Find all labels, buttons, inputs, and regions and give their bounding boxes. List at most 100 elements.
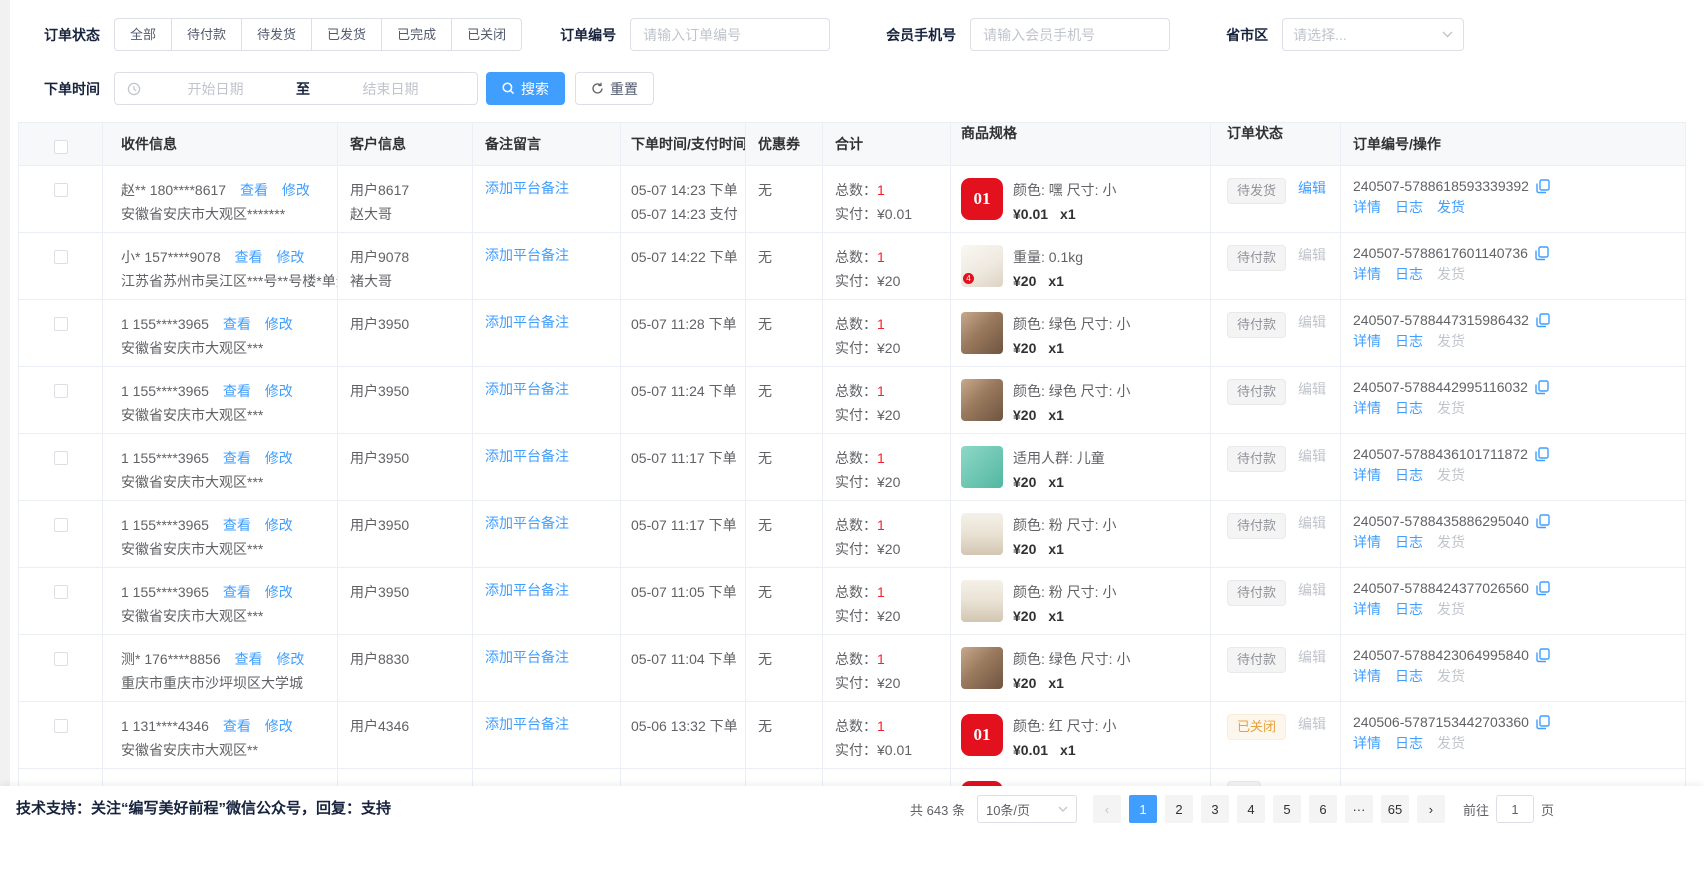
modify-address-link[interactable]: 修改 [276, 651, 304, 667]
detail-link[interactable]: 详情 [1353, 197, 1381, 217]
prev-page-button[interactable]: ‹ [1093, 795, 1121, 823]
view-address-link[interactable]: 查看 [223, 450, 251, 466]
add-note-link[interactable]: 添加平台备注 [485, 582, 569, 598]
date-range-picker[interactable]: 开始日期 至 结束日期 [114, 72, 478, 105]
row-checkbox[interactable] [54, 719, 68, 733]
add-note-link[interactable]: 添加平台备注 [485, 180, 569, 196]
ship-link[interactable]: 发货 [1437, 666, 1465, 686]
log-link[interactable]: 日志 [1395, 331, 1423, 351]
copy-icon[interactable] [1535, 447, 1549, 462]
copy-icon[interactable] [1536, 581, 1550, 596]
edit-order-link[interactable]: 编辑 [1298, 580, 1326, 600]
row-checkbox[interactable] [54, 183, 68, 197]
log-link[interactable]: 日志 [1395, 197, 1423, 217]
status-tab-all[interactable]: 全部 [114, 18, 172, 51]
ship-link[interactable]: 发货 [1437, 599, 1465, 619]
edit-order-link[interactable]: 编辑 [1298, 714, 1326, 734]
log-link[interactable]: 日志 [1395, 264, 1423, 284]
view-address-link[interactable]: 查看 [223, 584, 251, 600]
log-link[interactable]: 日志 [1395, 599, 1423, 619]
detail-link[interactable]: 详情 [1353, 666, 1381, 686]
view-address-link[interactable]: 查看 [240, 182, 268, 198]
view-address-link[interactable]: 查看 [223, 383, 251, 399]
row-checkbox[interactable] [54, 250, 68, 264]
goto-page-input[interactable] [1496, 795, 1534, 823]
detail-link[interactable]: 详情 [1353, 264, 1381, 284]
edit-order-link[interactable]: 编辑 [1298, 245, 1326, 265]
copy-icon[interactable] [1536, 715, 1550, 730]
copy-icon[interactable] [1536, 514, 1550, 529]
ship-link[interactable]: 发货 [1437, 398, 1465, 418]
page-button-5[interactable]: 5 [1273, 795, 1301, 823]
copy-icon[interactable] [1535, 246, 1549, 261]
detail-link[interactable]: 详情 [1353, 398, 1381, 418]
select-all-checkbox[interactable] [54, 140, 68, 154]
modify-address-link[interactable]: 修改 [265, 450, 293, 466]
modify-address-link[interactable]: 修改 [265, 383, 293, 399]
add-note-link[interactable]: 添加平台备注 [485, 314, 569, 330]
edit-order-link[interactable]: 编辑 [1298, 647, 1326, 667]
view-address-link[interactable]: 查看 [235, 249, 263, 265]
edit-order-link[interactable]: 编辑 [1298, 379, 1326, 399]
row-checkbox[interactable] [54, 317, 68, 331]
copy-icon[interactable] [1536, 648, 1550, 663]
ship-link[interactable]: 发货 [1437, 532, 1465, 552]
status-tab-shipped[interactable]: 已发货 [311, 18, 382, 51]
detail-link[interactable]: 详情 [1353, 599, 1381, 619]
row-checkbox[interactable] [54, 518, 68, 532]
ship-link[interactable]: 发货 [1437, 733, 1465, 753]
detail-link[interactable]: 详情 [1353, 532, 1381, 552]
add-note-link[interactable]: 添加平台备注 [485, 247, 569, 263]
row-checkbox[interactable] [54, 585, 68, 599]
copy-icon[interactable] [1536, 313, 1550, 328]
status-tab-done[interactable]: 已完成 [381, 18, 452, 51]
ship-link[interactable]: 发货 [1437, 331, 1465, 351]
region-select[interactable]: 请选择... [1282, 18, 1464, 51]
view-address-link[interactable]: 查看 [223, 718, 251, 734]
log-link[interactable]: 日志 [1395, 532, 1423, 552]
status-tab-closed[interactable]: 已关闭 [451, 18, 522, 51]
edit-order-link[interactable]: 编辑 [1298, 178, 1326, 198]
page-button-4[interactable]: 4 [1237, 795, 1265, 823]
status-tab-toship[interactable]: 待发货 [241, 18, 312, 51]
more-pages-button[interactable]: ··· [1345, 795, 1373, 823]
ship-link[interactable]: 发货 [1437, 197, 1465, 217]
view-address-link[interactable]: 查看 [235, 651, 263, 667]
edit-order-link[interactable]: 编辑 [1298, 446, 1326, 466]
log-link[interactable]: 日志 [1395, 733, 1423, 753]
edit-order-link[interactable]: 编辑 [1298, 312, 1326, 332]
edit-order-link[interactable]: 编辑 [1298, 513, 1326, 533]
add-note-link[interactable]: 添加平台备注 [485, 448, 569, 464]
detail-link[interactable]: 详情 [1353, 331, 1381, 351]
add-note-link[interactable]: 添加平台备注 [485, 515, 569, 531]
add-note-link[interactable]: 添加平台备注 [485, 716, 569, 732]
page-button-3[interactable]: 3 [1201, 795, 1229, 823]
add-note-link[interactable]: 添加平台备注 [485, 381, 569, 397]
modify-address-link[interactable]: 修改 [276, 249, 304, 265]
page-button-2[interactable]: 2 [1165, 795, 1193, 823]
ship-link[interactable]: 发货 [1437, 465, 1465, 485]
ship-link[interactable]: 发货 [1437, 264, 1465, 284]
status-tab-unpaid[interactable]: 待付款 [171, 18, 242, 51]
modify-address-link[interactable]: 修改 [265, 517, 293, 533]
copy-icon[interactable] [1536, 179, 1550, 194]
phone-input[interactable] [970, 18, 1170, 51]
next-page-button[interactable]: › [1417, 795, 1445, 823]
view-address-link[interactable]: 查看 [223, 517, 251, 533]
order-no-input[interactable] [630, 18, 830, 51]
modify-address-link[interactable]: 修改 [265, 584, 293, 600]
row-checkbox[interactable] [54, 451, 68, 465]
log-link[interactable]: 日志 [1395, 398, 1423, 418]
detail-link[interactable]: 详情 [1353, 733, 1381, 753]
page-size-select[interactable]: 10条/页 [977, 795, 1077, 823]
view-address-link[interactable]: 查看 [223, 316, 251, 332]
detail-link[interactable]: 详情 [1353, 465, 1381, 485]
modify-address-link[interactable]: 修改 [265, 718, 293, 734]
page-button-6[interactable]: 6 [1309, 795, 1337, 823]
row-checkbox[interactable] [54, 384, 68, 398]
page-button-1[interactable]: 1 [1129, 795, 1157, 823]
page-button-65[interactable]: 65 [1381, 795, 1409, 823]
row-checkbox[interactable] [54, 652, 68, 666]
modify-address-link[interactable]: 修改 [282, 182, 310, 198]
search-button[interactable]: 搜索 [486, 72, 565, 105]
